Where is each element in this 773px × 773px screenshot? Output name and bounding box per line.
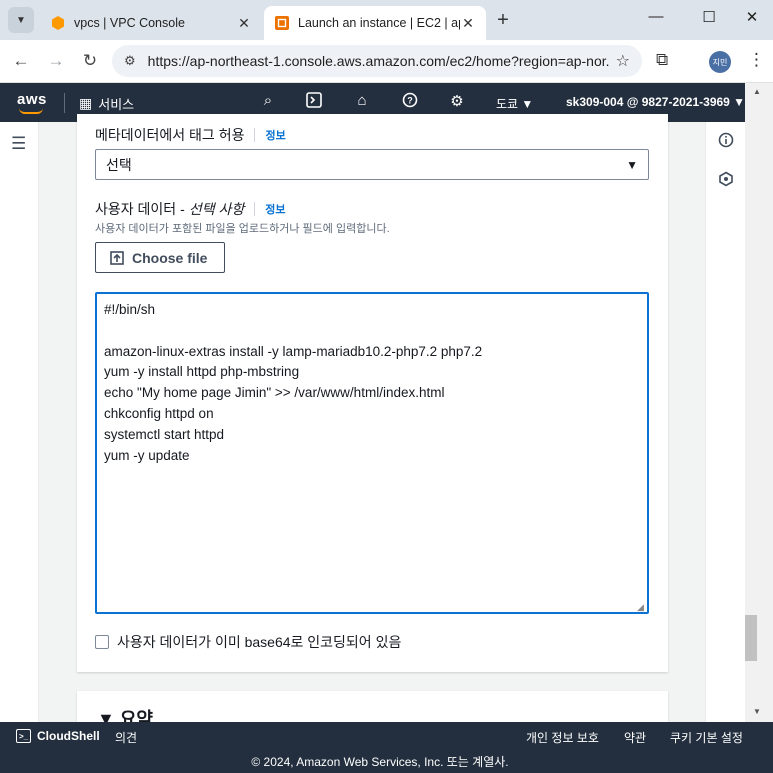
scroll-thumb[interactable]	[745, 615, 757, 661]
tab-search-menu-button[interactable]: ▼	[8, 7, 34, 33]
user-data-description: 사용자 데이터가 포함된 파일을 업로드하거나 필드에 입력합니다.	[95, 223, 390, 235]
tab-title: vpcs | VPC Console	[74, 16, 185, 30]
base64-checkbox-row[interactable]: 사용자 데이터가 이미 base64로 인코딩되어 있음	[95, 632, 401, 652]
services-menu-button[interactable]: ▦ 서비스	[79, 94, 134, 113]
aws-logo[interactable]: aws	[17, 91, 47, 108]
resize-handle-icon[interactable]: ◢	[637, 602, 644, 613]
metadata-tags-label-row: 메타데이터에서 태그 허용 정보	[95, 125, 286, 145]
ec2-favicon-icon	[275, 16, 289, 30]
choose-file-button[interactable]: Choose file	[95, 242, 225, 273]
vpc-favicon-icon	[52, 16, 64, 30]
aws-logo-smile	[19, 108, 43, 114]
cloudshell-icon: >_	[16, 729, 31, 743]
label-separator	[254, 202, 256, 216]
info-link[interactable]: 정보	[265, 127, 285, 143]
info-panel-icon[interactable]	[718, 132, 734, 148]
metadata-tags-label: 메타데이터에서 태그 허용	[95, 127, 245, 143]
tab-title: Launch an instance | EC2 | ap-	[298, 16, 460, 30]
upload-icon	[110, 250, 124, 265]
user-data-label: 사용자 데이터	[95, 201, 177, 217]
feedback-link[interactable]: 의견	[115, 729, 137, 746]
info-link[interactable]: 정보	[265, 201, 285, 217]
hamburger-menu-icon[interactable]: ☰	[11, 134, 26, 154]
maximize-icon[interactable]: ☐	[694, 8, 724, 26]
choose-file-label: Choose file	[132, 249, 208, 266]
tutorial-panel-icon[interactable]	[718, 171, 734, 187]
browser-menu-icon[interactable]: ⋮	[748, 50, 765, 70]
account-menu[interactable]: sk309-004 @ 9827-2021-3969 ▼	[566, 95, 745, 109]
label-dash: -	[180, 201, 185, 217]
close-tab-icon[interactable]: ✕	[236, 15, 252, 32]
reload-icon[interactable]: ↻	[79, 51, 101, 71]
scroll-up-icon[interactable]: ▲	[753, 87, 761, 96]
page-scrollbar[interactable]: ▲ ▼	[745, 83, 773, 722]
services-label: 서비스	[98, 97, 135, 112]
bookmark-star-icon[interactable]: ☆	[616, 51, 630, 71]
url-omnibox[interactable]: ⚙ https://ap-northeast-1.console.aws.ama…	[112, 45, 642, 77]
cloudshell-icon[interactable]	[304, 92, 324, 112]
copyright-text: © 2024, Amazon Web Services, Inc. 또는 계열사…	[251, 755, 509, 769]
console-footer: >_ CloudShell 의견 개인 정보 보호 약관 쿠키 기본 설정 © …	[0, 722, 773, 773]
help-icon[interactable]: ?	[400, 92, 420, 112]
scroll-down-icon[interactable]: ▼	[753, 707, 761, 716]
user-data-optional-label: 선택 사항	[188, 201, 245, 217]
address-bar-row: ← → ↻ ⚙ https://ap-northeast-1.console.a…	[0, 40, 773, 83]
cloudshell-button[interactable]: >_ CloudShell	[16, 729, 100, 743]
base64-checkbox[interactable]	[95, 635, 109, 649]
site-info-icon[interactable]: ⚙	[124, 53, 136, 69]
user-data-textarea[interactable]: #!/bin/sh amazon-linux-extras install -y…	[95, 292, 649, 614]
user-data-label-row: 사용자 데이터 - 선택 사항 정보	[95, 199, 286, 219]
tab-launch-instance[interactable]: Launch an instance | EC2 | ap- ✕	[264, 6, 486, 40]
side-navigation: ☰	[0, 122, 39, 722]
cookie-preferences-link[interactable]: 쿠키 기본 설정	[670, 729, 743, 746]
tools-panel	[705, 122, 745, 722]
search-icon[interactable]: ⌕	[258, 92, 278, 109]
metadata-tags-select[interactable]: 선택 ▼	[95, 149, 649, 180]
close-window-icon[interactable]: ✕	[737, 8, 767, 26]
caret-down-icon: ▼	[626, 157, 638, 172]
extensions-icon[interactable]: ⧉	[656, 50, 668, 70]
back-icon[interactable]: ←	[10, 51, 32, 71]
select-value: 선택	[106, 156, 132, 173]
url-text: https://ap-northeast-1.console.aws.amazo…	[147, 53, 610, 69]
terms-link[interactable]: 약관	[624, 729, 646, 746]
browser-tab-bar: ▼ vpcs | VPC Console ✕ Launch an instanc…	[0, 0, 773, 40]
tab-vpc-console[interactable]: vpcs | VPC Console ✕	[40, 6, 262, 40]
nav-divider	[64, 93, 65, 113]
cloudshell-label: CloudShell	[37, 729, 100, 743]
privacy-link[interactable]: 개인 정보 보호	[526, 729, 599, 746]
svg-text:?: ?	[407, 96, 413, 106]
notifications-icon[interactable]: ⌂	[352, 92, 372, 109]
new-tab-button[interactable]: +	[492, 9, 514, 32]
base64-checkbox-label: 사용자 데이터가 이미 base64로 인코딩되어 있음	[117, 634, 402, 650]
settings-icon[interactable]: ⚙	[447, 92, 467, 110]
close-tab-icon[interactable]: ✕	[460, 15, 476, 32]
minimize-icon[interactable]: —	[641, 8, 671, 25]
region-selector[interactable]: 도쿄 ▼	[496, 95, 533, 112]
grid-icon: ▦	[79, 95, 92, 111]
forward-icon[interactable]: →	[45, 51, 67, 71]
label-separator	[254, 128, 256, 142]
profile-avatar[interactable]: 지민	[709, 51, 731, 73]
